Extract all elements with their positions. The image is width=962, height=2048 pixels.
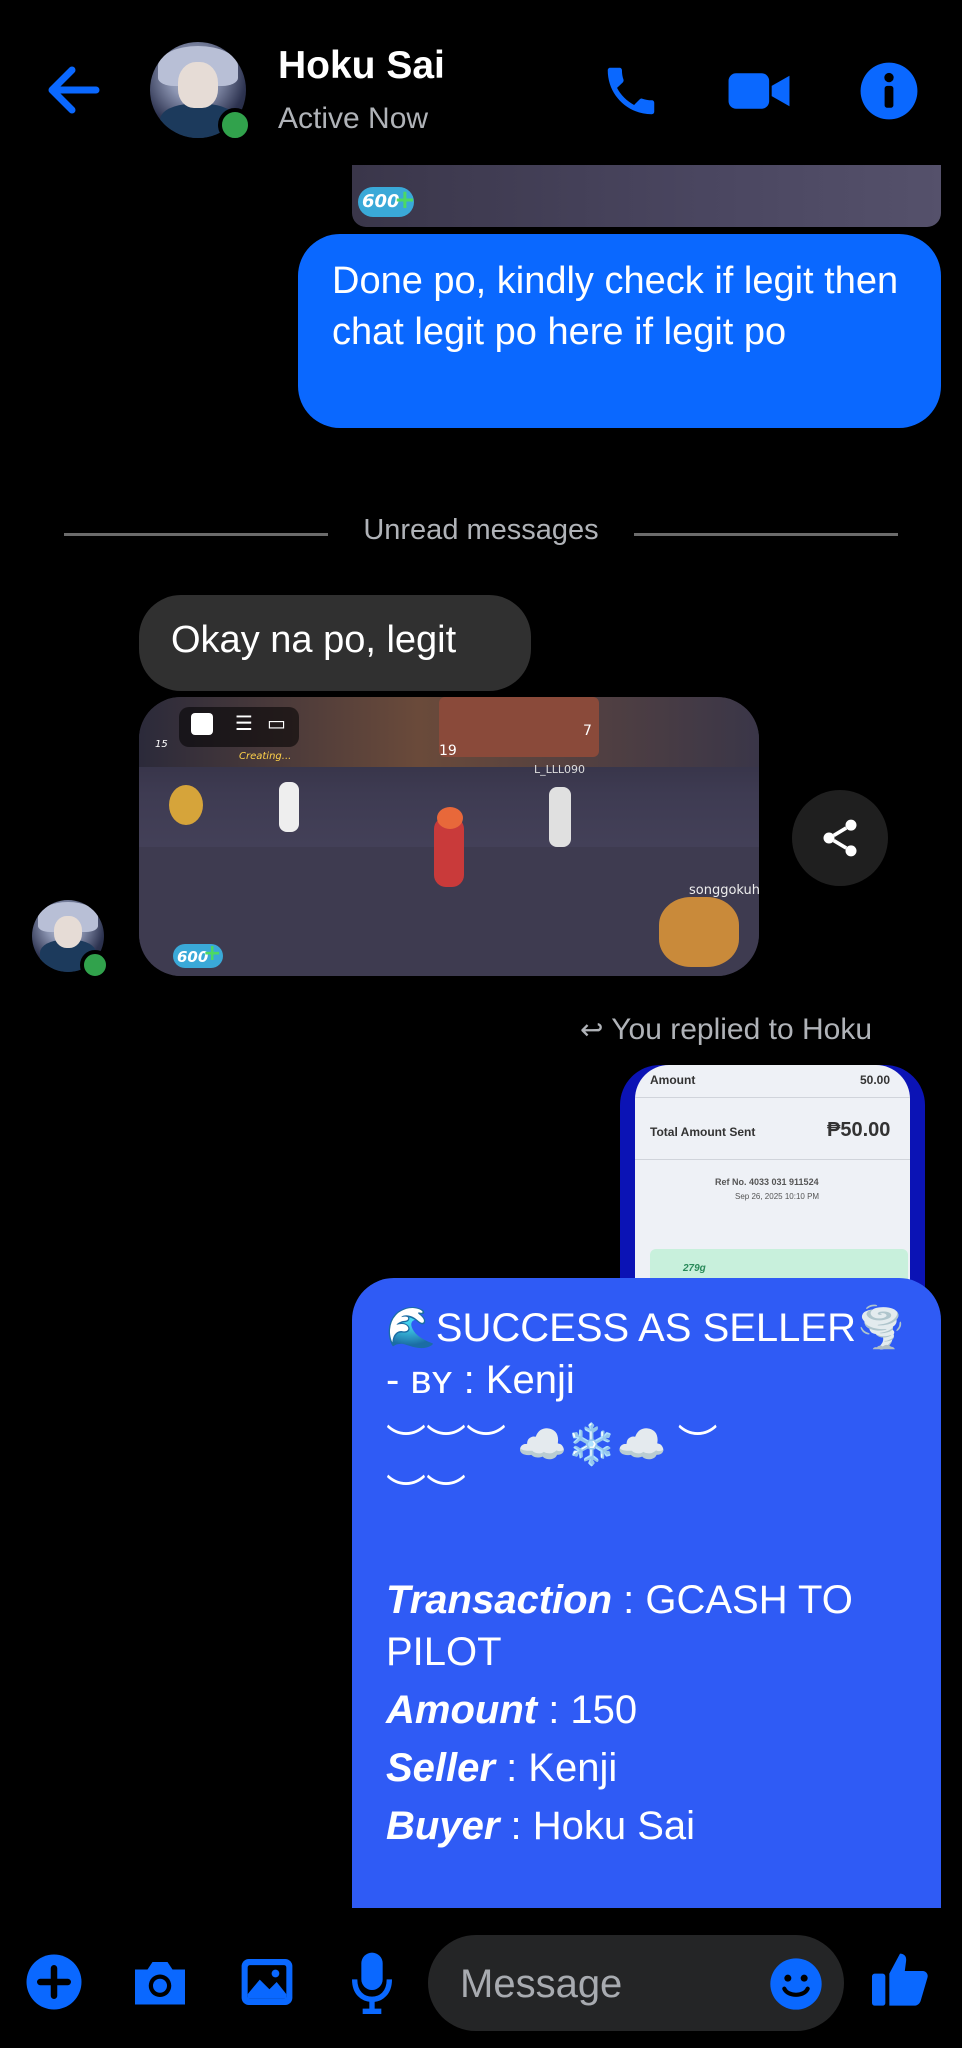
plus-badge-icon: + [203,941,222,966]
receipt-amount-value: 50.00 [860,1073,891,1087]
online-indicator [218,108,252,142]
incoming-message[interactable]: Okay na po, legit [139,595,531,691]
reply-arrow-icon: ↩ [580,1014,604,1045]
roblox-logo-icon [191,713,213,735]
success-title: 🌊SUCCESS AS SELLER🌪️ [386,1306,906,1350]
status-text: Creating... [239,751,292,762]
back-arrow-icon[interactable] [44,62,104,118]
receipt-footer-text: 279g [683,1263,706,1274]
medal-icon [169,785,203,825]
receipt-total-value: ₱50.00 [827,1119,891,1141]
plus-badge-icon: + [394,185,416,215]
decoration-line-2: ︶︶ [386,1473,466,1517]
contact-name[interactable]: Hoku Sai [278,44,445,88]
reply-label-text: You replied to Hoku [611,1013,873,1046]
buyer-row: Buyer : Hoku Sai [386,1804,695,1849]
receipt-date: Sep 26, 2025 10:10 PM [735,1192,820,1201]
microphone-icon[interactable] [350,1950,394,2014]
online-indicator [80,950,110,980]
transaction-label: Transaction [386,1578,612,1622]
video-call-icon[interactable] [726,60,792,122]
amount-label: Amount [386,1688,538,1732]
amount-row: Amount : 150 [386,1688,637,1733]
transaction-row: Transaction : GCASH TO [386,1578,853,1623]
username-tag: songgokuh [689,883,759,898]
unread-divider-label: Unread messages [363,514,599,546]
divider-line-left [64,533,328,536]
player-name-tag: L_LLL090 [534,763,586,776]
share-icon [823,819,857,857]
info-icon[interactable] [858,60,920,122]
thumbs-up-icon[interactable] [868,1946,932,2012]
seller-value: : Kenji [494,1746,618,1790]
message-text: Done po, kindly check if legit then chat… [332,260,899,353]
counter-left: 15 [155,739,168,750]
player-head [437,807,463,829]
scene-building [439,697,599,757]
buyer-label: Buyer [386,1804,500,1848]
outgoing-message-receipt-text[interactable]: 🌊SUCCESS AS SELLER🌪️ - ʙʏ : Kenji ︶︶︶ ☁️… [352,1278,941,1908]
replied-receipt-image[interactable]: Amount 50.00 Total Amount Sent ₱50.00 Re… [620,1065,925,1290]
transaction-value: : GCASH TO [612,1578,853,1622]
seller-row: Seller : Kenji [386,1746,617,1791]
receipt-total-label: Total Amount Sent [650,1125,756,1139]
counter-right: 7 [583,723,592,739]
npc-figure [549,787,571,847]
overlay-avatar [659,897,739,967]
emoji-icon[interactable] [768,1956,824,2012]
reply-indicator: ↩ You replied to Hoku [580,1013,872,1047]
message-text: Okay na po, legit [171,619,457,661]
amount-value: : 150 [537,1688,638,1732]
chat-bubble-icon: ▭ [267,711,286,735]
outgoing-message[interactable]: Done po, kindly check if legit then chat… [298,234,941,428]
camera-icon[interactable] [130,1954,190,2010]
previous-image-attachment[interactable]: 600 + [352,165,941,227]
gallery-icon[interactable] [238,1954,296,2010]
incoming-image-attachment[interactable]: ☰ ▭ Creating... 15 19 7 L_LLL090 songgok… [139,697,759,976]
buyer-value: : Hoku Sai [499,1804,696,1848]
share-button[interactable] [792,790,888,886]
menu-icon: ☰ [235,711,253,735]
phone-icon[interactable] [600,60,662,122]
counter-middle: 19 [439,743,457,759]
byline: - ʙʏ : Kenji [386,1358,575,1402]
seller-label: Seller [386,1746,495,1790]
plus-icon[interactable] [24,1952,84,2012]
transaction-value-cont: PILOT [386,1630,502,1674]
receipt-ref: Ref No. 4033 031 911524 [715,1177,819,1187]
message-placeholder: Message [460,1962,623,2006]
chat-header [0,0,962,160]
contact-status: Active Now [278,102,429,135]
divider-line-right [634,533,898,536]
npc-figure [279,782,299,832]
receipt-amount-label: Amount [650,1073,696,1087]
